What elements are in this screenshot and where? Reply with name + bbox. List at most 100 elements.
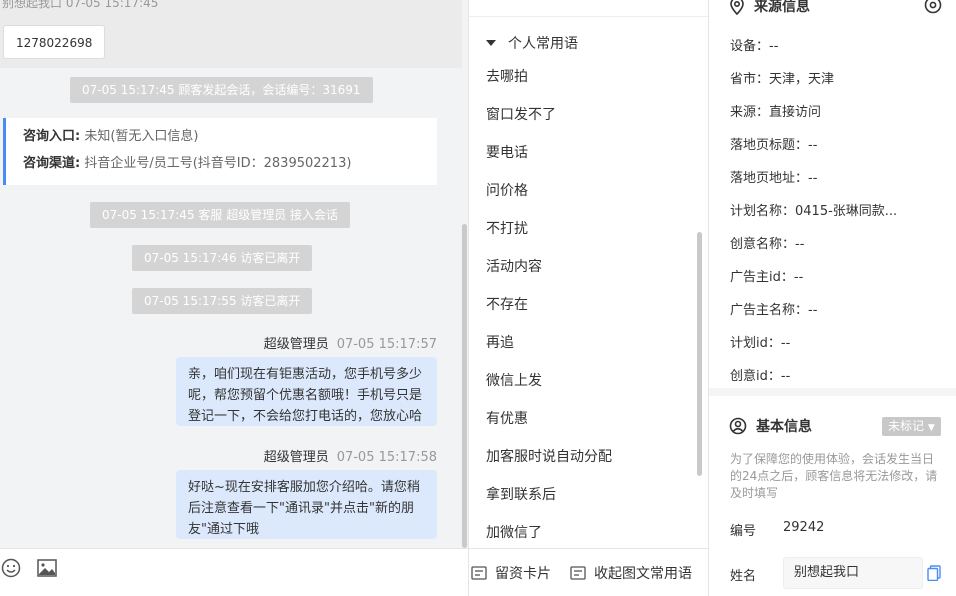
section-divider	[709, 388, 956, 396]
divider	[469, 16, 708, 17]
phrase-scrollbar[interactable]	[697, 232, 702, 476]
field-value: --	[793, 270, 804, 285]
message-meta: 超级管理员 07-05 15:17:57	[264, 333, 437, 352]
chat-scrollbar[interactable]	[462, 224, 467, 548]
location-pin-icon	[730, 0, 744, 15]
customer-service-workspace: 别想起我口 07-05 15:17:45 1278022698 07-05 15…	[0, 0, 956, 596]
user-circle-icon	[729, 417, 747, 435]
message-time: 07-05 15:17:58	[336, 450, 437, 465]
phrase-item[interactable]: 窗口发不了	[486, 104, 556, 124]
customer-info-panel: 来源信息 设备：-- 省市：天津，天津 来源：直接访问 落地页标题：-- 落地页…	[708, 0, 956, 596]
field-label: 广告主名称：	[730, 303, 809, 318]
customer-id-value: 29242	[783, 520, 825, 535]
system-message: 07-05 15:17:55 访客已离开	[132, 288, 313, 314]
location-pin-icon[interactable]	[924, 0, 942, 18]
field-value: 0415-张琳同款...	[795, 204, 898, 219]
phrase-item[interactable]: 拿到联系后	[486, 484, 556, 504]
field-label: 计划名称：	[730, 204, 796, 219]
phrase-panel: 个人常用语 去哪拍 窗口发不了 要电话 问价格 不打扰 活动内容 不存在 再追 …	[468, 0, 708, 548]
copy-icon[interactable]	[927, 565, 941, 585]
collapse-phrases-button[interactable]: 收起图文常用语	[570, 563, 692, 583]
system-message: 07-05 15:17:45 顾客发起会话，会话编号：31691	[70, 77, 373, 103]
phrase-toolbar: 留资卡片 收起图文常用语	[468, 548, 708, 596]
phrase-item[interactable]: 不打扰	[486, 218, 528, 238]
source-field-landing-title: 落地页标题：--	[730, 134, 817, 153]
smile-icon[interactable]	[0, 557, 22, 579]
message-square-icon	[570, 566, 586, 580]
phrase-item[interactable]: 微信上发	[486, 370, 542, 390]
field-value: --	[795, 237, 805, 252]
chat-input-toolbar	[0, 548, 468, 596]
source-field-city: 省市：天津，天津	[730, 68, 834, 87]
consult-channel-value: 抖音企业号/员工号(抖音号ID：2839502213)	[84, 156, 352, 171]
lead-card-label: 留资卡片	[495, 566, 551, 582]
source-field-advertiser-id: 广告主id：--	[730, 266, 803, 285]
phrase-group-title: 个人常用语	[508, 36, 578, 52]
source-field-plan-name: 计划名称：0415-张琳同款...	[730, 200, 897, 219]
field-label: 省市：	[730, 72, 770, 87]
message-square-icon	[471, 566, 487, 580]
source-field-landing-url: 落地页地址：--	[730, 167, 817, 186]
basic-info-title: 基本信息	[756, 419, 812, 435]
consult-info-card: 咨询入口: 未知(暂无入口信息) 咨询渠道: 抖音企业号/员工号(抖音号ID：2…	[3, 118, 437, 185]
phrase-group-header[interactable]: 个人常用语	[486, 33, 578, 53]
mark-status-label: 未标记	[888, 419, 925, 433]
field-label: 广告主id：	[730, 270, 794, 285]
agent-message-bubble: 好哒~现在安排客服加您介绍哈。请您稍后注意查看一下"通讯录"并点击"新的朋友"通…	[176, 470, 437, 539]
consult-entry-row: 咨询入口: 未知(暂无入口信息)	[23, 126, 437, 153]
source-field-advertiser-name: 广告主名称：--	[730, 299, 817, 318]
caret-down-icon	[486, 40, 496, 46]
edit-deadline-note: 为了保障您的使用体验，会话发生当日的24点之后，顾客信息将无法修改，请及时填写	[730, 452, 938, 500]
phrase-item[interactable]: 有优惠	[486, 408, 528, 428]
source-field-device: 设备：--	[730, 35, 778, 54]
field-label: 创意名称：	[730, 237, 796, 252]
field-label: 落地页地址：	[730, 171, 809, 186]
source-field-plan-id: 计划id：--	[730, 332, 790, 351]
field-value: --	[808, 138, 818, 153]
source-field-creative-name: 创意名称：--	[730, 233, 804, 252]
phrase-item[interactable]: 再追	[486, 332, 514, 352]
consult-channel-label: 咨询渠道:	[23, 156, 81, 171]
phrase-item[interactable]: 加客服时说自动分配	[486, 446, 612, 466]
field-value: --	[769, 39, 779, 54]
field-label: 计划id：	[730, 336, 781, 351]
visitor-number[interactable]: 1278022698	[3, 25, 106, 59]
source-info-header: 来源信息	[729, 0, 810, 16]
visitor-card: 别想起我口 07-05 15:17:45 1278022698	[0, 0, 462, 68]
phrase-item[interactable]: 不存在	[486, 294, 528, 314]
consult-entry-value: 未知(暂无入口信息)	[84, 129, 199, 144]
source-info-title: 来源信息	[754, 0, 810, 15]
lead-card-button[interactable]: 留资卡片	[471, 563, 551, 583]
customer-id-label: 编号	[730, 524, 757, 539]
phrase-item[interactable]: 去哪拍	[486, 66, 528, 86]
phrase-item[interactable]: 问价格	[486, 180, 528, 200]
system-message: 07-05 15:17:46 访客已离开	[132, 245, 313, 271]
caret-down-icon: ▼	[927, 423, 935, 433]
field-label: 来源：	[730, 105, 770, 120]
phrase-item[interactable]: 活动内容	[486, 256, 542, 276]
source-field-origin: 来源：直接访问	[730, 101, 821, 120]
consult-entry-label: 咨询入口:	[23, 129, 81, 144]
collapse-phrases-label: 收起图文常用语	[594, 566, 692, 582]
field-label: 落地页标题：	[730, 138, 809, 153]
customer-name-input[interactable]: 别想起我口	[783, 557, 923, 589]
basic-info-header: 基本信息	[729, 416, 812, 436]
field-value: 天津，天津	[769, 72, 835, 87]
phrase-item[interactable]: 加微信了	[486, 522, 542, 542]
field-value: --	[808, 171, 818, 186]
mark-status-dropdown[interactable]: 未标记 ▼	[882, 417, 941, 436]
field-value: --	[780, 369, 791, 384]
message-time: 07-05 15:17:57	[336, 337, 437, 352]
visitor-card-hint: 别想起我口 07-05 15:17:45	[2, 0, 159, 10]
field-label: 设备：	[730, 39, 770, 54]
message-meta: 超级管理员 07-05 15:17:58	[264, 446, 437, 465]
phrase-item[interactable]: 要电话	[486, 142, 528, 162]
consult-channel-row: 咨询渠道: 抖音企业号/员工号(抖音号ID：2839502213)	[23, 153, 437, 180]
source-field-creative-id: 创意id：--	[730, 365, 790, 384]
message-sender: 超级管理员	[263, 450, 329, 465]
agent-message-bubble: 亲，咱们现在有钜惠活动，您手机号多少呢，帮您预留个优惠名额哦！手机号只是登记一下…	[176, 357, 437, 426]
field-label: 创意id：	[730, 369, 781, 384]
system-message: 07-05 15:17:45 客服 超级管理员 接入会话	[90, 202, 351, 228]
image-icon[interactable]	[36, 557, 58, 579]
customer-name-label: 姓名	[730, 569, 757, 584]
